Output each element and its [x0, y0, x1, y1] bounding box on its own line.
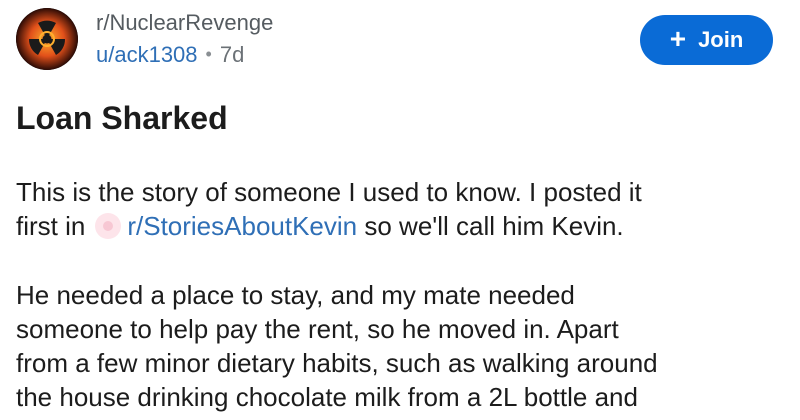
plus-icon: +	[669, 23, 687, 54]
body-text: first in	[16, 211, 86, 241]
author-link[interactable]: u/ack1308	[96, 42, 198, 67]
post-title[interactable]: Loan Sharked	[16, 100, 228, 137]
body-line: someone to help pay the rent, so he move…	[16, 314, 619, 344]
body-line: This is the story of someone I used to k…	[16, 177, 642, 207]
post-meta: u/ack1308 • 7d	[96, 42, 244, 68]
body-line: first in r/StoriesAboutKevin so we'll cal…	[16, 209, 786, 243]
subreddit-name[interactable]: r/NuclearRevenge	[96, 10, 273, 36]
post-age: 7d	[219, 42, 245, 67]
post-header: r/NuclearRevenge u/ack1308 • 7d + Join	[0, 0, 800, 80]
body-line: He needed a place to stay, and my mate n…	[16, 280, 575, 310]
meta-separator: •	[205, 44, 212, 64]
radiation-icon	[16, 8, 78, 70]
body-line: from a few minor dietary habits, such as…	[16, 348, 658, 378]
join-button[interactable]: + Join	[640, 15, 773, 65]
body-text: so we'll call him Kevin.	[364, 211, 624, 241]
body-line: the house drinking chocolate milk from a…	[16, 382, 638, 412]
subreddit-icon	[95, 213, 122, 239]
post-body-paragraph-1: This is the story of someone I used to k…	[16, 175, 786, 243]
join-button-label: Join	[698, 27, 744, 52]
post-body-paragraph-2: He needed a place to stay, and my mate n…	[16, 278, 786, 414]
subreddit-link[interactable]: r/StoriesAboutKevin	[127, 211, 357, 241]
subreddit-avatar[interactable]	[16, 8, 78, 70]
